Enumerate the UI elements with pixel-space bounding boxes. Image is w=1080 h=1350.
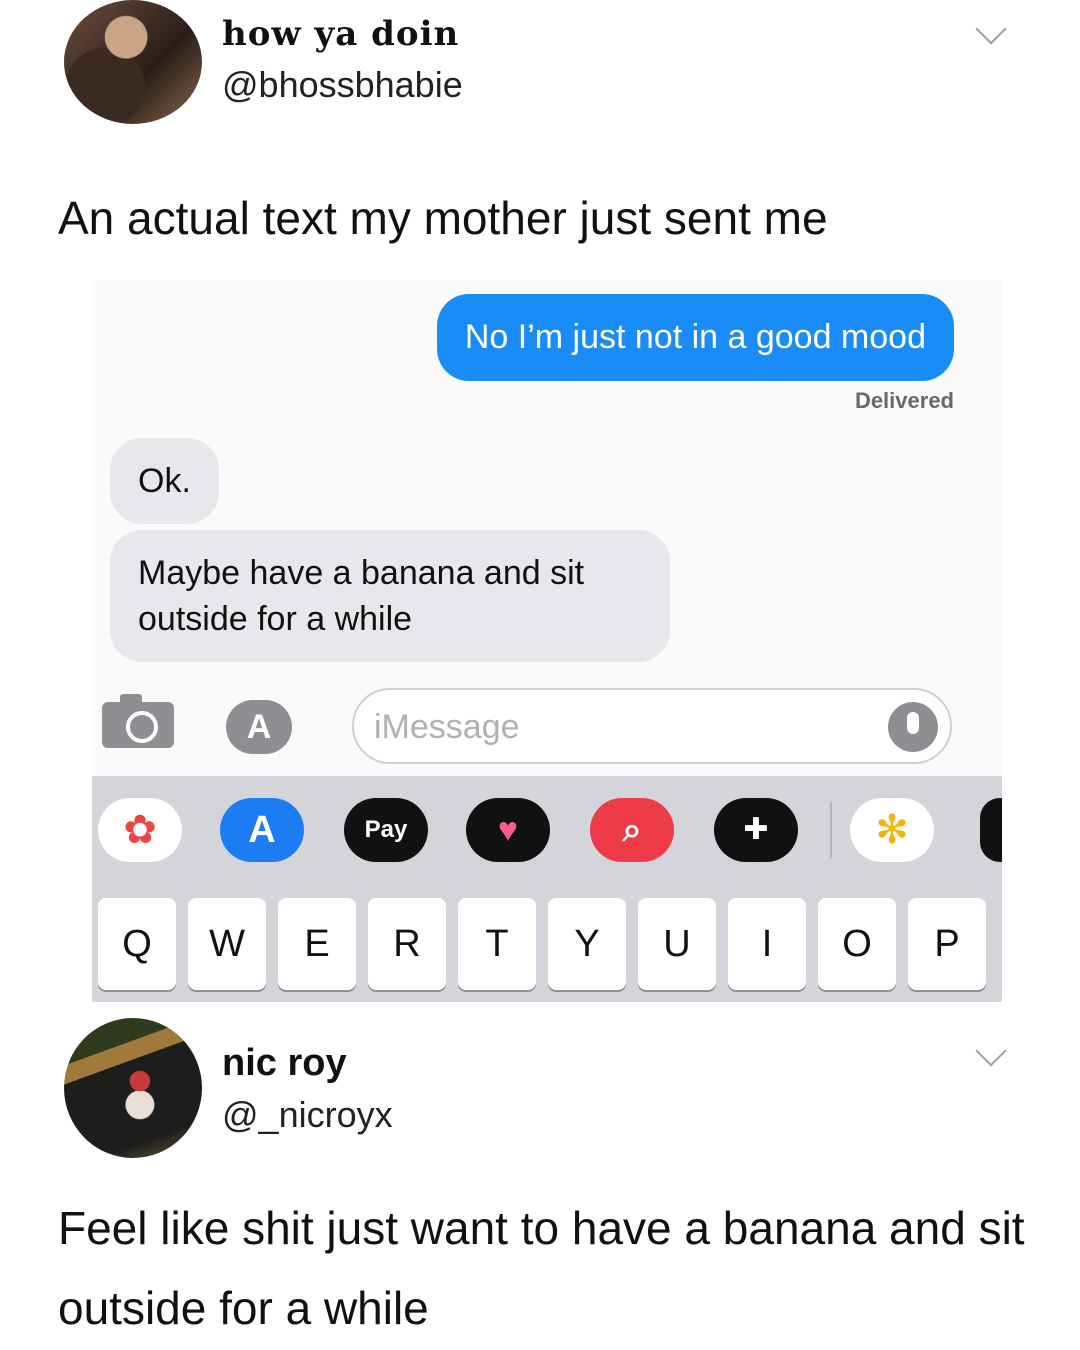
web-search-icon[interactable]: ⌕ [590, 798, 674, 862]
received-message-bubble: Ok. [110, 438, 219, 524]
key-q[interactable]: Q [98, 898, 176, 990]
key-i[interactable]: I [728, 898, 806, 990]
photos-icon[interactable]: ✿ [98, 798, 182, 862]
more-apps-icon[interactable] [980, 798, 1002, 862]
microphone-icon[interactable] [888, 702, 938, 752]
user-handle[interactable]: @_nicroyx [222, 1094, 393, 1136]
apple-pay-button[interactable]: Pay [344, 798, 428, 862]
delivered-status: Delivered [854, 388, 954, 413]
key-w[interactable]: W [188, 898, 266, 990]
tweet-text: Feel like shit just want to have a banan… [58, 1202, 1025, 1334]
app-store-toggle-icon[interactable]: A [226, 700, 292, 754]
key-e[interactable]: E [278, 898, 356, 990]
chevron-down-icon[interactable] [975, 13, 1007, 45]
sent-message-bubble: No I’m just not in a good mood [436, 294, 954, 381]
user-handle[interactable]: @bhossbhabie [222, 64, 463, 106]
app-store-icon[interactable]: A [220, 798, 304, 862]
key-o[interactable]: O [818, 898, 896, 990]
received-message-bubble: Maybe have a banana and sit outside for … [110, 530, 670, 662]
drawer-divider [830, 802, 832, 858]
key-p[interactable]: P [908, 898, 986, 990]
chevron-down-icon[interactable] [975, 1035, 1007, 1067]
message-field[interactable] [352, 688, 952, 764]
avatar-nicroyx[interactable] [64, 1018, 202, 1158]
game-controller-icon[interactable]: ✚ [714, 798, 798, 862]
avatar-bhossbhabie[interactable] [64, 0, 202, 124]
key-u[interactable]: U [638, 898, 716, 990]
heart-sticker-icon[interactable]: ♥ [466, 798, 550, 862]
display-name[interactable]: how ya doin [222, 14, 459, 54]
display-name[interactable]: nic roy [222, 1042, 347, 1085]
message-input[interactable] [374, 704, 874, 750]
camera-icon[interactable] [102, 694, 174, 748]
key-t[interactable]: T [458, 898, 536, 990]
app-drawer: ✿ A Pay ♥ ⌕ ✚ ✻ [92, 776, 1002, 884]
tweet-text: An actual text my mother just sent me [58, 192, 828, 244]
imessage-screenshot: No I’m just not in a good mood Delivered… [92, 280, 1002, 1002]
key-y[interactable]: Y [548, 898, 626, 990]
key-r[interactable]: R [368, 898, 446, 990]
keyboard: Q W E R T Y U I O P [92, 884, 1002, 1002]
google-photos-icon[interactable]: ✻ [850, 798, 934, 862]
apple-pay-label: Pay [364, 816, 408, 843]
